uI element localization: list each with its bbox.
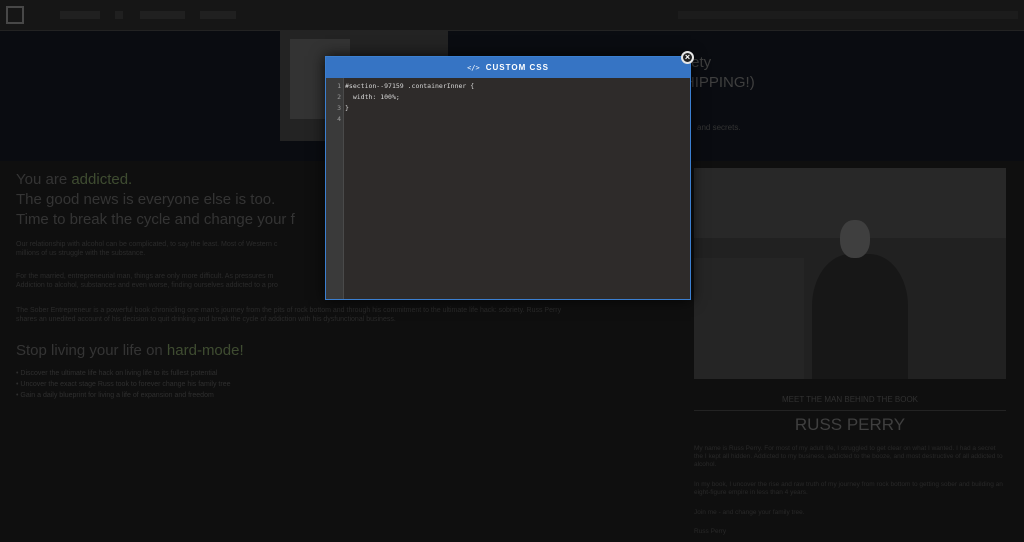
line-number: 4 bbox=[337, 115, 341, 123]
code-line[interactable]: #section--97159 .containerInner { bbox=[345, 82, 474, 90]
code-line[interactable]: } bbox=[345, 104, 349, 112]
custom-css-modal: </> CUSTOM CSS 1 2 3 4 #section--97159 .… bbox=[325, 56, 691, 300]
css-code-editor[interactable]: 1 2 3 4 #section--97159 .containerInner … bbox=[326, 78, 690, 299]
code-line[interactable]: width: 100%; bbox=[345, 93, 400, 101]
line-number: 1 bbox=[337, 82, 341, 90]
modal-header: </> CUSTOM CSS bbox=[326, 57, 690, 78]
modal-title: CUSTOM CSS bbox=[485, 63, 549, 72]
code-icon: </> bbox=[467, 63, 480, 72]
line-number-gutter: 1 2 3 4 bbox=[326, 78, 344, 299]
line-number: 3 bbox=[337, 104, 341, 112]
close-icon[interactable]: × bbox=[681, 51, 694, 64]
line-number: 2 bbox=[337, 93, 341, 101]
